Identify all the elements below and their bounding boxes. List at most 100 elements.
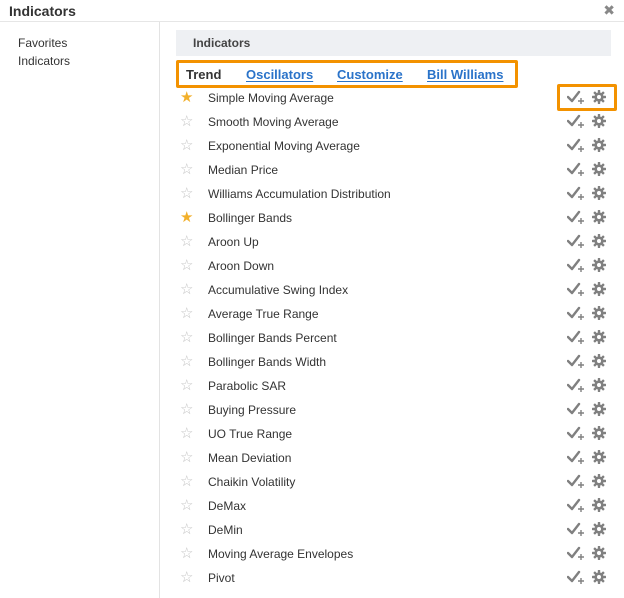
list-item[interactable]: ☆ Aroon Up bbox=[176, 230, 611, 254]
tab-customize[interactable]: Customize bbox=[337, 67, 403, 82]
gear-icon[interactable] bbox=[592, 258, 606, 272]
star-icon[interactable]: ★ bbox=[180, 209, 193, 227]
gear-icon[interactable] bbox=[592, 330, 606, 344]
star-icon[interactable]: ☆ bbox=[180, 473, 193, 491]
add-check-icon[interactable] bbox=[566, 161, 585, 177]
add-check-icon[interactable] bbox=[566, 545, 585, 561]
indicator-name: DeMin bbox=[208, 523, 243, 537]
add-check-icon[interactable] bbox=[566, 329, 585, 345]
add-check-icon[interactable] bbox=[566, 185, 585, 201]
add-check-icon[interactable] bbox=[566, 497, 585, 513]
star-icon[interactable]: ☆ bbox=[180, 521, 193, 539]
star-icon[interactable]: ☆ bbox=[180, 329, 193, 347]
list-item[interactable]: ★ Bollinger Bands bbox=[176, 206, 611, 230]
star-icon[interactable]: ☆ bbox=[180, 113, 193, 131]
add-check-icon[interactable] bbox=[566, 521, 585, 537]
star-icon[interactable]: ★ bbox=[180, 89, 193, 107]
add-check-icon[interactable] bbox=[566, 209, 585, 225]
gear-icon[interactable] bbox=[592, 378, 606, 392]
add-check-icon[interactable] bbox=[566, 401, 585, 417]
sidebar-item-favorites[interactable]: Favorites bbox=[18, 36, 67, 50]
star-icon[interactable]: ☆ bbox=[180, 377, 193, 395]
gear-icon[interactable] bbox=[592, 210, 606, 224]
star-icon[interactable]: ☆ bbox=[180, 137, 193, 155]
add-check-icon[interactable] bbox=[566, 425, 585, 441]
list-item[interactable]: ☆ Exponential Moving Average bbox=[176, 134, 611, 158]
star-icon[interactable]: ☆ bbox=[180, 353, 193, 371]
list-item[interactable]: ☆ DeMin bbox=[176, 518, 611, 542]
gear-icon[interactable] bbox=[592, 522, 606, 536]
list-item[interactable]: ☆ Moving Average Envelopes bbox=[176, 542, 611, 566]
gear-icon[interactable] bbox=[592, 570, 606, 584]
add-check-icon[interactable] bbox=[566, 449, 585, 465]
gear-icon[interactable] bbox=[592, 138, 606, 152]
list-item[interactable]: ☆ Aroon Down bbox=[176, 254, 611, 278]
star-icon[interactable]: ☆ bbox=[180, 545, 193, 563]
gear-icon[interactable] bbox=[592, 186, 606, 200]
add-check-icon[interactable] bbox=[566, 353, 585, 369]
star-icon[interactable]: ☆ bbox=[180, 161, 193, 179]
list-item[interactable]: ☆ Pivot bbox=[176, 566, 611, 590]
list-item[interactable]: ☆ Median Price bbox=[176, 158, 611, 182]
indicator-name: Bollinger Bands bbox=[208, 211, 293, 225]
star-icon[interactable]: ☆ bbox=[180, 449, 193, 467]
gear-icon[interactable] bbox=[592, 306, 606, 320]
list-item[interactable]: ☆ Smooth Moving Average bbox=[176, 110, 611, 134]
sidebar-item-indicators[interactable]: Indicators bbox=[18, 54, 70, 68]
star-icon[interactable]: ☆ bbox=[180, 569, 193, 587]
gear-icon[interactable] bbox=[592, 114, 606, 128]
star-icon[interactable]: ☆ bbox=[180, 233, 193, 251]
add-check-icon[interactable] bbox=[566, 305, 585, 321]
list-item[interactable]: ★ Simple Moving Average bbox=[176, 86, 611, 110]
star-icon[interactable]: ☆ bbox=[180, 497, 193, 515]
add-check-icon[interactable] bbox=[566, 233, 585, 249]
gear-icon[interactable] bbox=[592, 426, 606, 440]
list-item[interactable]: ☆ Chaikin Volatility bbox=[176, 470, 611, 494]
gear-icon[interactable] bbox=[592, 90, 606, 104]
list-item[interactable]: ☆ Bollinger Bands Percent bbox=[176, 326, 611, 350]
list-item[interactable]: ☆ Mean Deviation bbox=[176, 446, 611, 470]
indicator-name: Aroon Down bbox=[208, 259, 275, 273]
tab-oscillators[interactable]: Oscillators bbox=[246, 67, 313, 82]
indicator-name: Williams Accumulation Distribution bbox=[208, 187, 391, 201]
add-check-icon[interactable] bbox=[566, 281, 585, 297]
list-item[interactable]: ☆ UO True Range bbox=[176, 422, 611, 446]
add-check-icon[interactable] bbox=[566, 473, 585, 489]
star-icon[interactable]: ☆ bbox=[180, 305, 193, 323]
indicator-name: Chaikin Volatility bbox=[208, 475, 296, 489]
gear-icon[interactable] bbox=[592, 354, 606, 368]
gear-icon[interactable] bbox=[592, 474, 606, 488]
gear-icon[interactable] bbox=[592, 162, 606, 176]
gear-icon[interactable] bbox=[592, 402, 606, 416]
star-icon[interactable]: ☆ bbox=[180, 401, 193, 419]
indicator-name: Moving Average Envelopes bbox=[208, 547, 354, 561]
gear-icon[interactable] bbox=[592, 546, 606, 560]
star-icon[interactable]: ☆ bbox=[180, 425, 193, 443]
list-item[interactable]: ☆ Accumulative Swing Index bbox=[176, 278, 611, 302]
indicator-name: Bollinger Bands Width bbox=[208, 355, 327, 369]
indicators-panel: Indicators Trend Oscillators Customize B… bbox=[176, 30, 611, 88]
add-check-icon[interactable] bbox=[566, 113, 585, 129]
list-item[interactable]: ☆ Bollinger Bands Width bbox=[176, 350, 611, 374]
list-item[interactable]: ☆ Buying Pressure bbox=[176, 398, 611, 422]
list-item[interactable]: ☆ DeMax bbox=[176, 494, 611, 518]
list-item[interactable]: ☆ Williams Accumulation Distribution bbox=[176, 182, 611, 206]
list-item[interactable]: ☆ Average True Range bbox=[176, 302, 611, 326]
star-icon[interactable]: ☆ bbox=[180, 257, 193, 275]
gear-icon[interactable] bbox=[592, 498, 606, 512]
gear-icon[interactable] bbox=[592, 450, 606, 464]
tab-bill-williams[interactable]: Bill Williams bbox=[427, 67, 503, 82]
add-check-icon[interactable] bbox=[566, 137, 585, 153]
add-check-icon[interactable] bbox=[566, 89, 585, 105]
add-check-icon[interactable] bbox=[566, 569, 585, 585]
gear-icon[interactable] bbox=[592, 282, 606, 296]
tab-trend[interactable]: Trend bbox=[186, 67, 221, 82]
star-icon[interactable]: ☆ bbox=[180, 281, 193, 299]
gear-icon[interactable] bbox=[592, 234, 606, 248]
add-check-icon[interactable] bbox=[566, 377, 585, 393]
close-icon[interactable]: ✖ bbox=[603, 2, 615, 19]
indicator-list: ★ Simple Moving Average ☆ Smooth Moving Ave… bbox=[176, 86, 611, 590]
list-item[interactable]: ☆ Parabolic SAR bbox=[176, 374, 611, 398]
add-check-icon[interactable] bbox=[566, 257, 585, 273]
star-icon[interactable]: ☆ bbox=[180, 185, 193, 203]
